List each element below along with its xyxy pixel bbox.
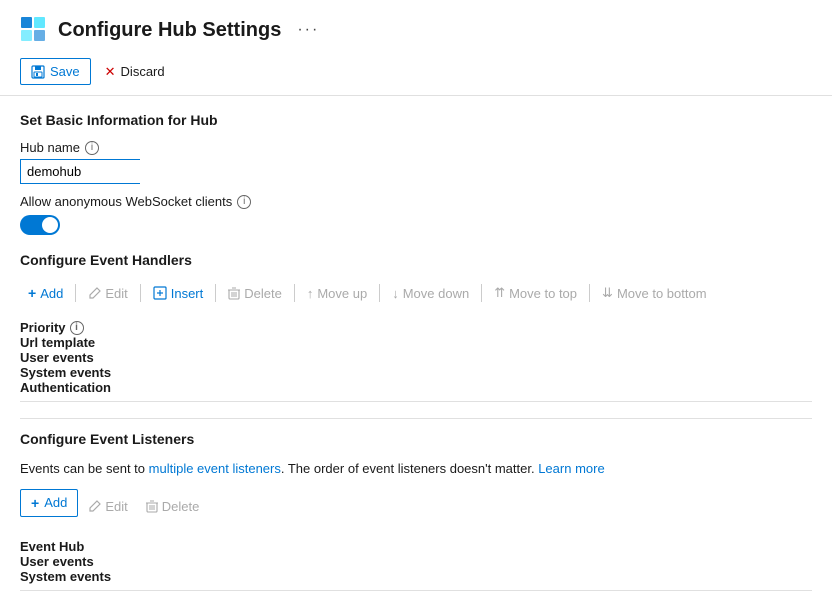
add-icon: + (28, 285, 36, 301)
page-header: Configure Hub Settings ··· (0, 0, 832, 54)
separator-6 (481, 284, 482, 302)
separator-3 (215, 284, 216, 302)
learn-more-link[interactable]: Learn more (538, 461, 604, 476)
hub-name-label: Hub name (20, 140, 80, 155)
multiple-listeners-link[interactable]: multiple event listeners (149, 461, 281, 476)
delete-handler-button[interactable]: Delete (220, 281, 290, 306)
separator-4 (294, 284, 295, 302)
col-url-template: Url template (20, 335, 812, 350)
event-listeners-title: Configure Event Listeners (20, 431, 812, 447)
event-listeners-action-bar: + Add Edit Delete (20, 489, 812, 525)
toolbar: Save ✕ Discard (0, 54, 832, 96)
event-listeners-info: Events can be sent to multiple event lis… (20, 459, 812, 479)
hub-name-info-icon: i (85, 141, 99, 155)
basic-info-section: Set Basic Information for Hub Hub name i (20, 112, 812, 184)
event-listeners-table-header: Event Hub User events System events (20, 533, 812, 591)
col-event-hub: Event Hub (20, 539, 812, 554)
event-handlers-table-header: Priority i Url template User events Syst… (20, 314, 812, 402)
move-to-bottom-button[interactable]: ⇊ Move to bottom (594, 280, 715, 306)
anon-ws-label: Allow anonymous WebSocket clients (20, 194, 232, 209)
edit-icon (88, 287, 101, 300)
delete-listener-button[interactable]: Delete (138, 494, 208, 519)
delete-handler-icon (228, 287, 240, 300)
move-up-icon: ↑ (307, 286, 314, 301)
toggle-slider (20, 215, 60, 235)
priority-info-icon: i (70, 321, 84, 335)
discard-icon: ✕ (105, 64, 116, 80)
hub-name-label-row: Hub name i (20, 140, 812, 155)
add-handler-button[interactable]: + Add (20, 280, 71, 306)
edit-handler-button[interactable]: Edit (80, 281, 135, 306)
edit-listener-icon (88, 500, 101, 513)
move-down-icon: ↓ (392, 286, 399, 301)
col-authentication: Authentication (20, 380, 812, 395)
move-to-top-button[interactable]: ⇈ Move to top (486, 280, 585, 306)
edit-listener-button[interactable]: Edit (80, 494, 135, 519)
event-handlers-section: Configure Event Handlers + Add Edit (20, 252, 812, 402)
insert-handler-button[interactable]: Insert (145, 281, 212, 306)
save-icon (31, 65, 45, 79)
move-down-button[interactable]: ↓ Move down (384, 281, 477, 306)
basic-info-title: Set Basic Information for Hub (20, 112, 812, 128)
move-to-bottom-icon: ⇊ (602, 285, 613, 301)
separator-2 (140, 284, 141, 302)
separator-5 (379, 284, 380, 302)
insert-icon (153, 286, 167, 300)
discard-button[interactable]: ✕ Discard (95, 59, 175, 85)
separator-7 (589, 284, 590, 302)
anon-ws-toggle[interactable] (20, 215, 60, 235)
section-divider (20, 418, 812, 419)
separator-1 (75, 284, 76, 302)
anon-ws-label-row: Allow anonymous WebSocket clients i (20, 194, 812, 209)
col-priority: Priority i (20, 320, 812, 335)
add-listener-button[interactable]: + Add (20, 489, 78, 517)
event-handlers-action-bar: + Add Edit Insert (20, 280, 812, 306)
delete-listener-icon (146, 500, 158, 513)
col-system-events-listeners: System events (20, 569, 812, 584)
move-to-top-icon: ⇈ (494, 285, 505, 301)
add-listener-icon: + (31, 495, 39, 511)
col-user-events-listeners: User events (20, 554, 812, 569)
move-up-button[interactable]: ↑ Move up (299, 281, 375, 306)
col-user-events-handlers: User events (20, 350, 812, 365)
anon-ws-info-icon: i (237, 195, 251, 209)
event-listeners-section: Configure Event Listeners Events can be … (20, 431, 812, 591)
anon-ws-toggle-wrapper (20, 215, 812, 238)
event-handlers-title: Configure Event Handlers (20, 252, 812, 268)
page-title: Configure Hub Settings (58, 19, 281, 42)
hub-settings-icon (20, 16, 48, 44)
col-system-events-handlers: System events (20, 365, 812, 380)
more-options-button[interactable]: ··· (297, 21, 319, 39)
main-content: Set Basic Information for Hub Hub name i… (0, 96, 832, 607)
hub-name-input[interactable] (21, 160, 141, 183)
save-button[interactable]: Save (20, 58, 91, 85)
hub-name-input-wrapper (20, 159, 140, 184)
